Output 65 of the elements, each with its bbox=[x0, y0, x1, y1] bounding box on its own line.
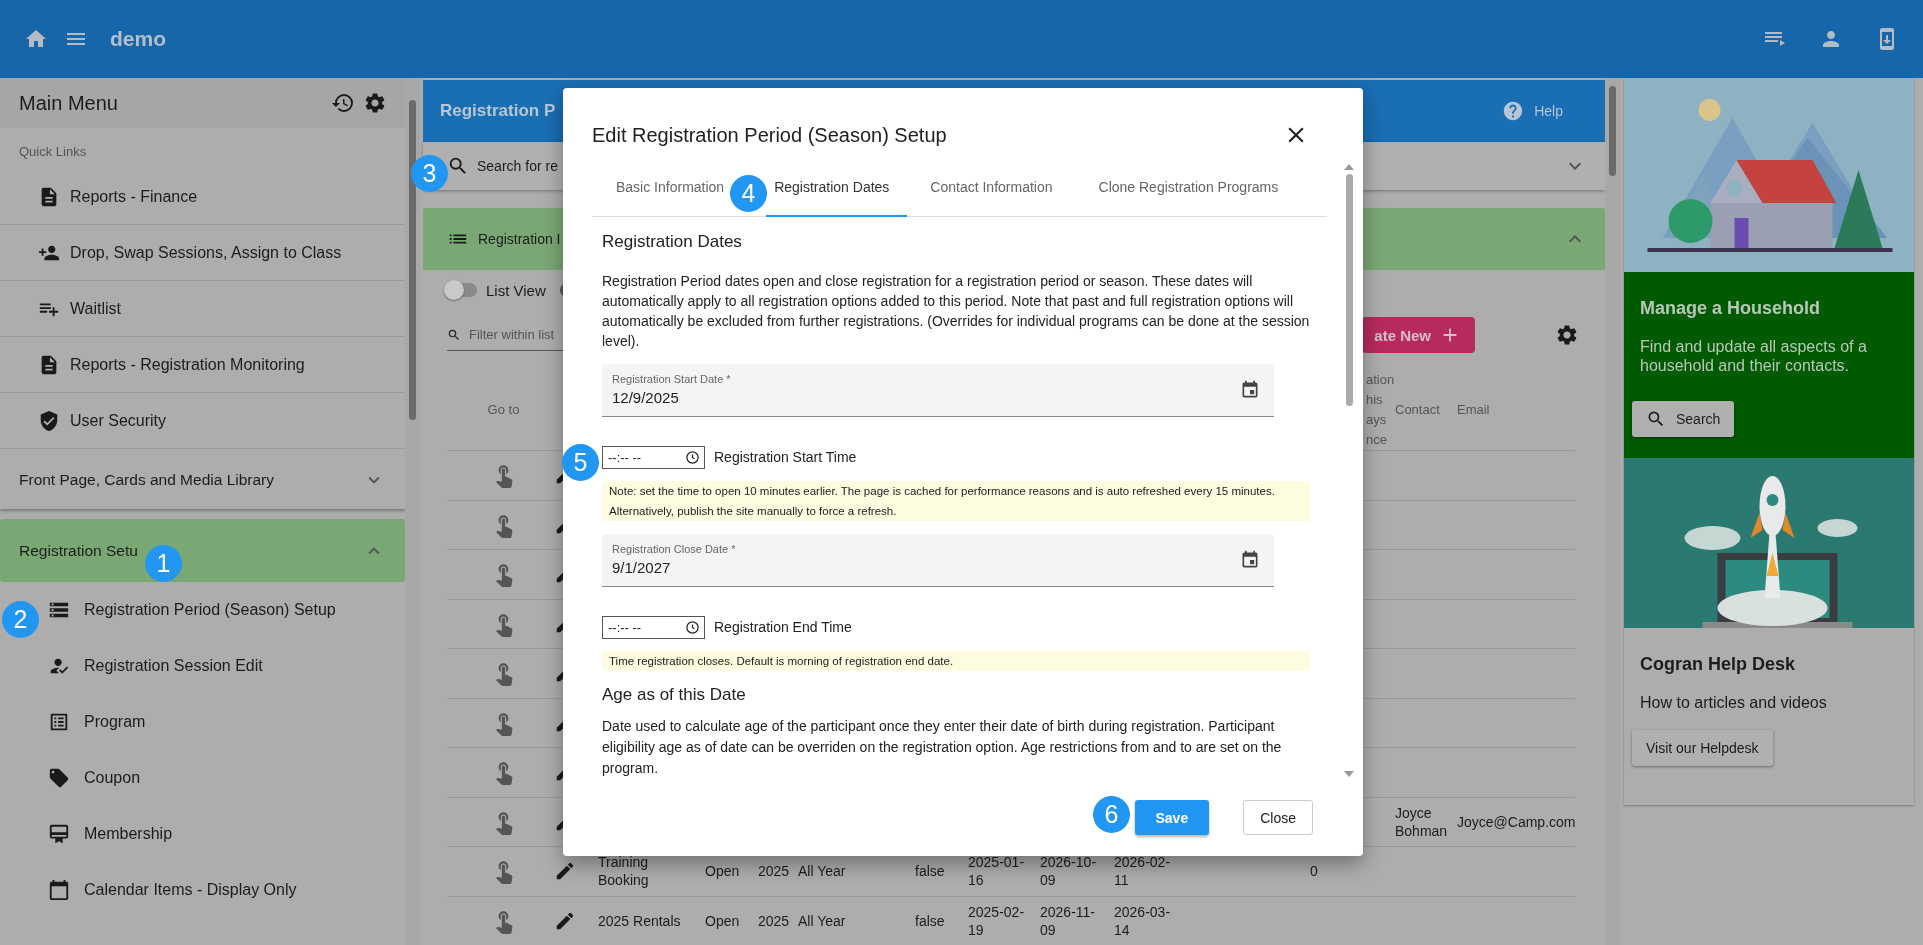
menu-item[interactable]: Membership bbox=[42, 806, 405, 862]
table-cell-text: All Year bbox=[798, 862, 847, 881]
date-field[interactable]: Registration Close Date * 9/1/2027 bbox=[602, 533, 1274, 587]
helpdesk-button[interactable]: Visit our Helpdesk bbox=[1632, 730, 1773, 766]
table-cell-text: false bbox=[915, 911, 946, 930]
column-header: Go to bbox=[486, 401, 521, 419]
menu-item[interactable]: Coupon bbox=[42, 750, 405, 806]
table-cell-text: false bbox=[915, 862, 946, 881]
tab[interactable]: Contact Information bbox=[907, 160, 1076, 217]
menu-item[interactable]: Program bbox=[42, 694, 405, 750]
panel-title: Registration I bbox=[478, 231, 561, 247]
table-cell-text: 2025 bbox=[758, 911, 791, 930]
table-cell-text: 2025 bbox=[758, 862, 791, 881]
table-cell-text: 2026-10-09 bbox=[1040, 853, 1098, 890]
note-text: Time registration closes. Default is morning of registration end date. bbox=[602, 650, 1310, 671]
table-cell-text: 2025-02-19 bbox=[968, 902, 1026, 939]
create-new-button[interactable]: ate New bbox=[1362, 317, 1475, 353]
card-text: Find and update all aspects of a household and their contacts. bbox=[1639, 337, 1868, 375]
card-text: How to articles and videos bbox=[1639, 693, 1827, 712]
time-field[interactable]: --:-- -- bbox=[602, 615, 705, 639]
card-title: Manage a Household bbox=[1639, 298, 1821, 319]
date-field[interactable]: Registration Start Date * 12/9/2025 bbox=[602, 363, 1274, 417]
close-button[interactable]: Close bbox=[1243, 800, 1313, 835]
menu-item[interactable]: Registration Session Edit bbox=[42, 638, 405, 694]
description-text: Registration Period dates open and close registration for a registration period or season. These dates will automatically apply to all registration options added to this period. Note that past and full registration options will automatically be excluded from further registrations. (Overrides for individual programs can be done at the session level). bbox=[602, 271, 1310, 351]
table-cell-text: Training Booking bbox=[598, 853, 650, 890]
menu-item[interactable]: Drop, Swap Sessions, Assign to Class bbox=[0, 225, 405, 281]
search-button[interactable]: Search bbox=[1632, 401, 1735, 437]
table-cell-text: 0 bbox=[1310, 862, 1319, 881]
menu-group-header[interactable]: Front Page, Cards and Media Library bbox=[0, 451, 405, 509]
table-cell-text: Open bbox=[705, 911, 741, 930]
dialog-title: Edit Registration Period (Season) Setup bbox=[592, 123, 948, 147]
menu-item[interactable]: Registration Period (Season) Setup bbox=[42, 582, 405, 638]
description-text: Date used to calculate age of the participant once they enter their date of birth during registration. Participant eligibility age as of date can be overriden on the registration option. Age restrictions from and to are set on the program. bbox=[602, 716, 1283, 778]
field-label: Registration Start Time bbox=[714, 449, 857, 466]
note-text: Note: set the time to open 10 minutes earlier. The page is cached for performance reasons and is auto refreshed every 15 minutes. Alternatively, publish the site manually to force a refresh. bbox=[602, 480, 1310, 521]
menu-item[interactable]: Reports - Registration Monitoring bbox=[0, 337, 405, 393]
table-cell-text: 2026-03-14 bbox=[1114, 902, 1172, 939]
time-field[interactable]: --:-- -- bbox=[602, 445, 705, 469]
table-cell-text: Open bbox=[705, 862, 741, 881]
table-cell-text: 2025 Rentals bbox=[598, 911, 682, 930]
page-title: Registration P bbox=[440, 101, 556, 121]
tab[interactable]: Basic Information bbox=[592, 160, 725, 217]
column-header: ation his ays nce bbox=[1365, 371, 1395, 449]
tab[interactable]: Registration Dates bbox=[766, 160, 908, 217]
column-header: Contact bbox=[1395, 401, 1441, 419]
card-title: Cogran Help Desk bbox=[1639, 654, 1796, 675]
table-cell: Joyce@Camp.com bbox=[1457, 812, 1575, 831]
table-cell-text: All Year bbox=[798, 911, 847, 930]
table-cell-text: 2025-01-16 bbox=[968, 853, 1026, 890]
field-label: Registration End Time bbox=[714, 619, 852, 636]
column-header: Email bbox=[1457, 401, 1491, 419]
table-cell-text: Joyce Bohman bbox=[1395, 803, 1449, 840]
section-label: Quick Links bbox=[18, 143, 88, 161]
app-title: demo bbox=[110, 27, 166, 51]
menu-item[interactable]: Reports - Finance bbox=[0, 169, 405, 225]
table-cell-text: 2026-02-11 bbox=[1114, 853, 1172, 890]
table-cell-text: 2026-11-09 bbox=[1040, 902, 1096, 939]
menu-item[interactable]: Calendar Items - Display Only bbox=[42, 862, 405, 918]
menu-item[interactable]: User Security bbox=[0, 393, 405, 449]
section-heading: Registration Dates bbox=[602, 230, 743, 253]
menu-title: Main Menu bbox=[19, 91, 119, 115]
section-heading: Age as of this Date bbox=[602, 683, 747, 706]
toggle-label: List View bbox=[486, 281, 546, 299]
tab[interactable]: Clone Registration Programs bbox=[1075, 160, 1302, 217]
